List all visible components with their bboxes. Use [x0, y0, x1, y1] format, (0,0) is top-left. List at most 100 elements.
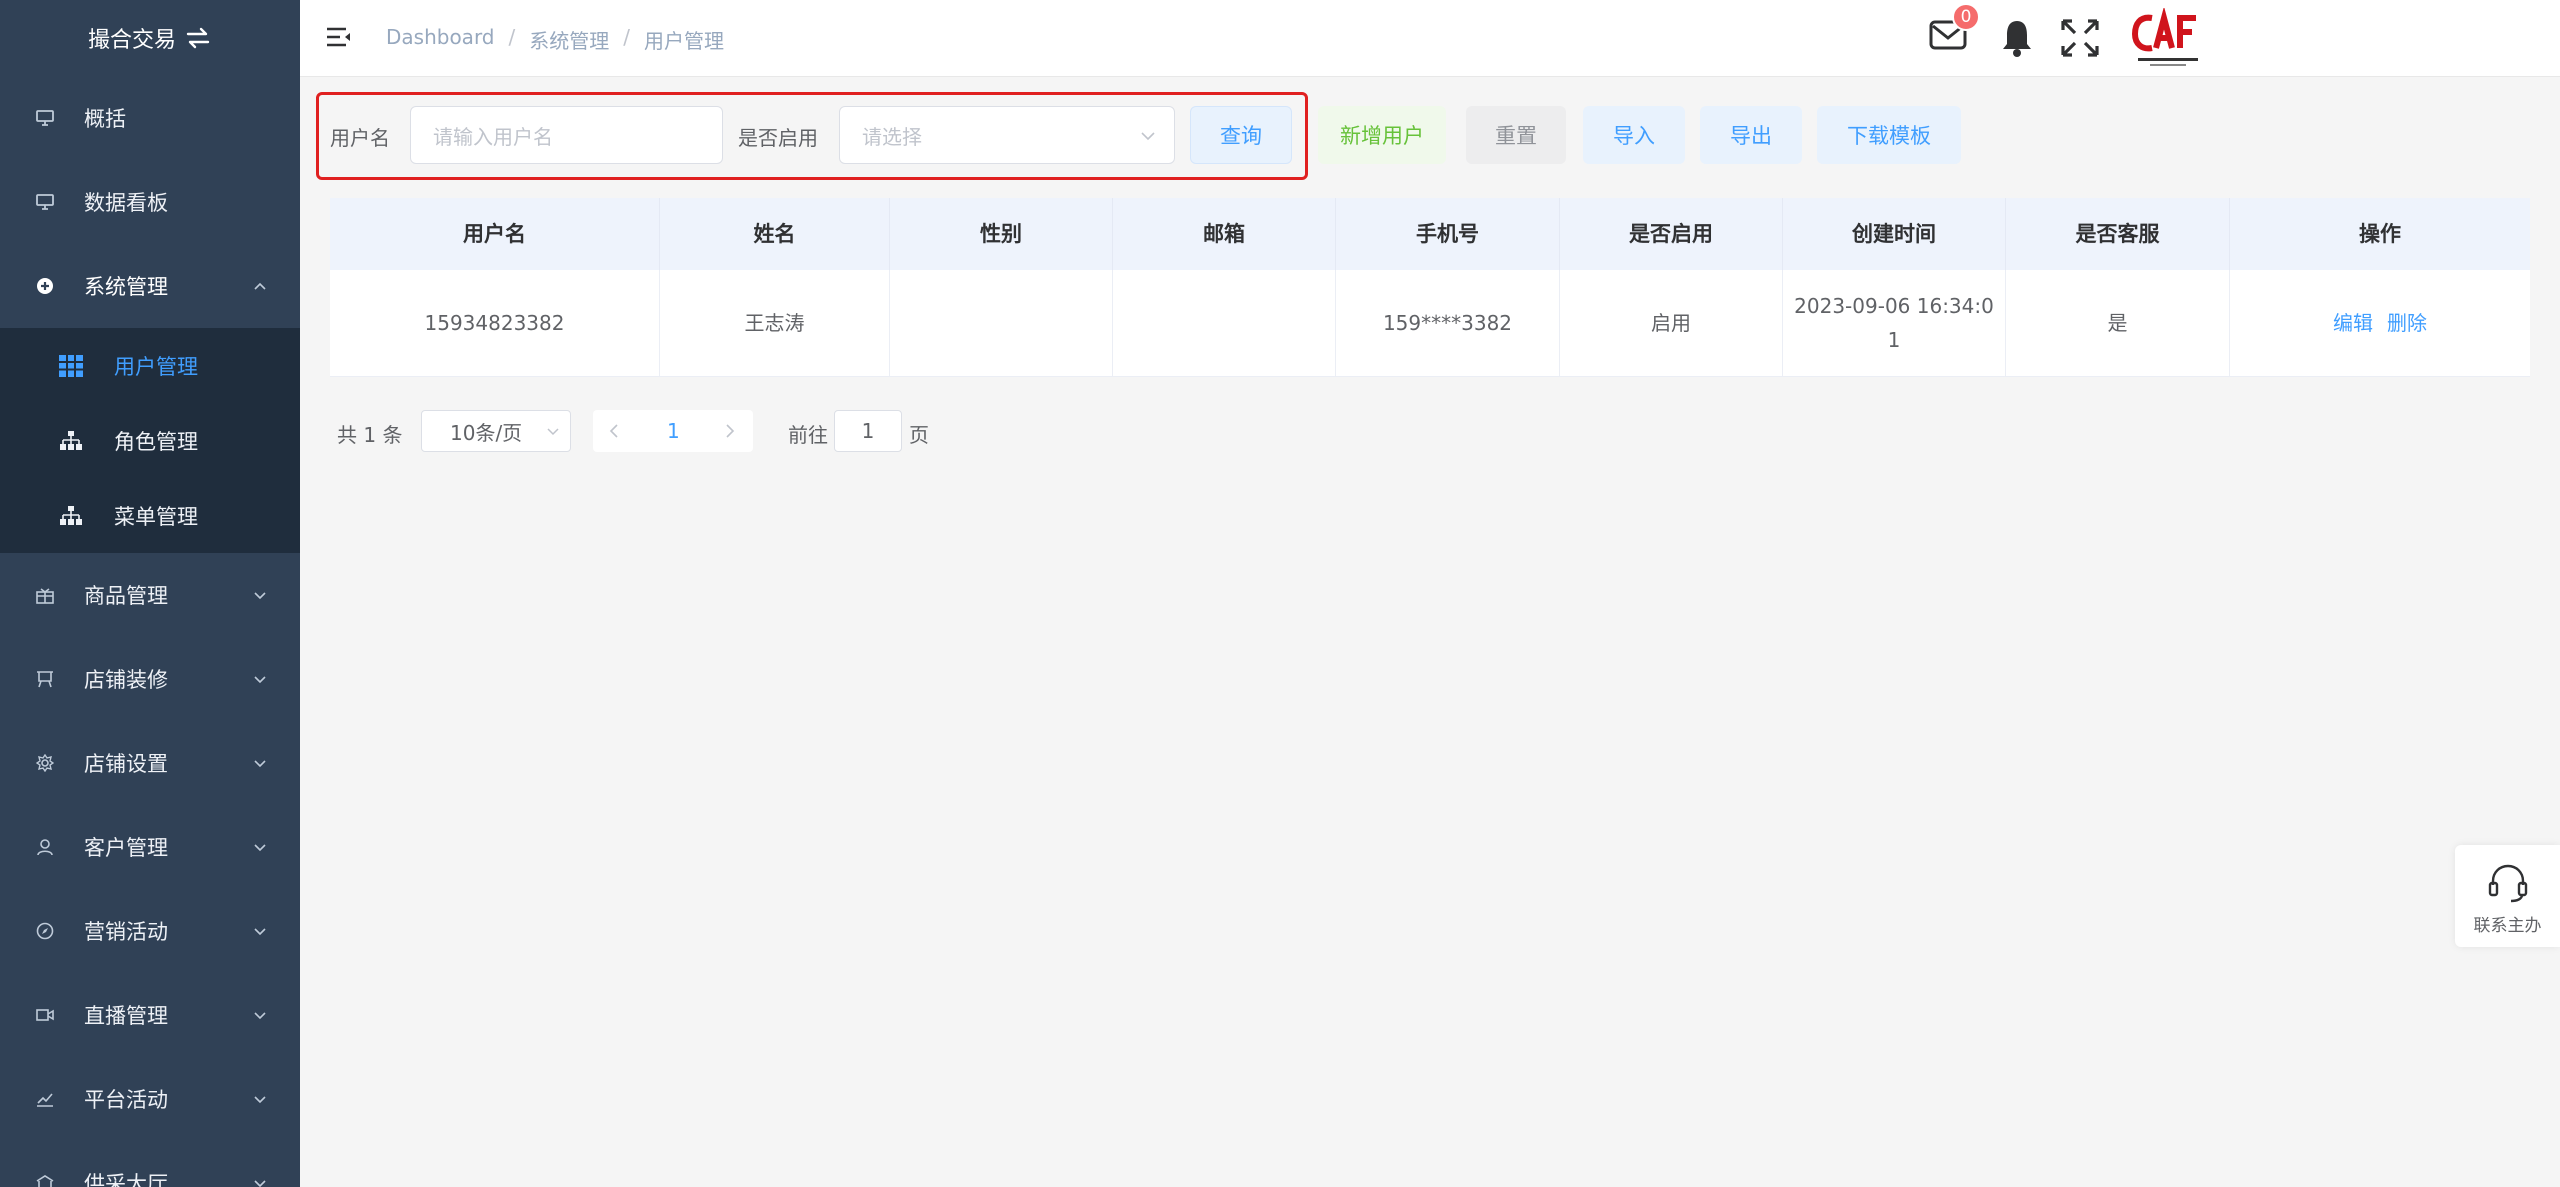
headset-icon: [2488, 864, 2528, 903]
page-size-value: 10条/页: [450, 420, 523, 445]
sidebar-item-label: 平台活动: [84, 1088, 168, 1112]
sidebar-item-label: 供采大厅: [84, 1172, 168, 1187]
breadcrumb-item-dashboard[interactable]: Dashboard: [386, 25, 495, 54]
cog-icon: [34, 752, 56, 774]
enabled-placeholder: 请选择: [862, 124, 922, 149]
sidebar-item-user-management[interactable]: 用户管理: [0, 328, 300, 403]
sidebar-item-customers[interactable]: 客户管理: [0, 805, 300, 889]
switch-icon[interactable]: [184, 26, 212, 50]
user-icon: [34, 836, 56, 858]
cell-actions: 编辑 删除: [2230, 270, 2530, 376]
goto-label: 前往: [788, 423, 828, 447]
prev-page-icon[interactable]: [607, 423, 621, 439]
current-page[interactable]: 1: [667, 419, 680, 443]
page-size-select[interactable]: 10条/页: [421, 410, 571, 452]
gift-icon: [34, 584, 56, 606]
mail-badge: 0: [1952, 3, 1980, 31]
hall-icon: [34, 1172, 56, 1187]
monitor-icon: [34, 107, 56, 129]
column-header: 邮箱: [1113, 198, 1336, 270]
pagination-total: 共 1 条: [337, 423, 403, 447]
sidebar-item-store-decoration[interactable]: 店铺装修: [0, 637, 300, 721]
page-suffix: 页: [909, 423, 929, 447]
contact-organizer-label: 联系主办: [2473, 916, 2542, 936]
column-header: 手机号: [1336, 198, 1560, 270]
cell-name: 王志涛: [660, 270, 890, 376]
sidebar-item-goods[interactable]: 商品管理: [0, 553, 300, 637]
sidebar-item-label: 营销活动: [84, 920, 168, 944]
delete-link[interactable]: 删除: [2387, 306, 2427, 340]
goto-page-input[interactable]: 1: [834, 410, 902, 452]
next-page-icon[interactable]: [723, 423, 737, 439]
created-time-line2: 1: [1887, 328, 1901, 352]
sidebar-item-overview[interactable]: 概括: [0, 76, 300, 160]
sidebar-item-label: 系统管理: [84, 275, 168, 299]
sidebar-item-procurement-hall[interactable]: 供采大厅: [0, 1141, 300, 1187]
chevron-down-icon: [254, 1096, 266, 1104]
sidebar-item-label: 直播管理: [84, 1004, 168, 1028]
export-button[interactable]: 导出: [1700, 106, 1802, 164]
import-button[interactable]: 导入: [1583, 106, 1685, 164]
sidebar-item-label: 角色管理: [114, 429, 198, 454]
sidebar-item-role-management[interactable]: 角色管理: [0, 403, 300, 478]
menu-toggle-icon[interactable]: [326, 25, 352, 49]
bell-icon[interactable]: [1999, 18, 2035, 58]
tree-icon: [58, 429, 84, 453]
chevron-down-icon: [254, 844, 266, 852]
app-brand[interactable]: 撮合交易: [0, 0, 300, 76]
cell-username: 15934823382: [330, 270, 660, 376]
add-user-button[interactable]: 新增用户: [1318, 106, 1446, 164]
table-header: 用户名 姓名 性别 邮箱 手机号 是否启用 创建时间 是否客服 操作: [330, 198, 2530, 270]
gear-icon: [34, 275, 56, 297]
download-template-button[interactable]: 下载模板: [1817, 106, 1961, 164]
column-header: 创建时间: [1783, 198, 2006, 270]
monitor-icon: [34, 191, 56, 213]
chevron-down-icon: [254, 676, 266, 684]
sidebar-item-label: 店铺设置: [84, 752, 168, 776]
column-header: 性别: [890, 198, 1113, 270]
cell-phone: 159****3382: [1336, 270, 1560, 376]
edit-link[interactable]: 编辑: [2333, 306, 2373, 340]
chevron-down-icon: [547, 428, 559, 436]
username-input[interactable]: 请输入用户名: [410, 106, 723, 164]
compass-icon: [34, 920, 56, 942]
enabled-label: 是否启用: [738, 126, 818, 150]
chevron-up-icon: [254, 282, 266, 290]
table-icon: [58, 354, 84, 378]
chevron-down-icon: [1141, 132, 1155, 141]
sidebar-item-marketing[interactable]: 营销活动: [0, 889, 300, 973]
chevron-down-icon: [254, 1012, 266, 1020]
tree-icon: [58, 504, 84, 528]
sidebar-item-live[interactable]: 直播管理: [0, 973, 300, 1057]
video-icon: [34, 1004, 56, 1026]
caf-logo: [2131, 8, 2198, 66]
sidebar-item-menu-management[interactable]: 菜单管理: [0, 478, 300, 553]
system-submenu: 用户管理 角色管理 菜单管理: [0, 328, 300, 553]
enabled-select[interactable]: 请选择: [839, 106, 1175, 164]
breadcrumb: Dashboard / 系统管理 / 用户管理: [386, 25, 724, 54]
reset-button[interactable]: 重置: [1466, 106, 1566, 164]
sidebar-item-platform-activities[interactable]: 平台活动: [0, 1057, 300, 1141]
chevron-down-icon: [254, 760, 266, 768]
breadcrumb-item-system[interactable]: 系统管理: [529, 25, 609, 54]
sidebar-item-dashboard[interactable]: 数据看板: [0, 160, 300, 244]
app-title: 撮合交易: [87, 28, 176, 53]
breadcrumb-separator: /: [623, 25, 631, 49]
sidebar-item-label: 用户管理: [114, 354, 198, 379]
goto-page-value: 1: [861, 419, 875, 443]
pager: 1: [593, 410, 753, 452]
cell-email: [1113, 270, 1336, 376]
cell-enabled: 启用: [1560, 270, 1783, 376]
sidebar-item-label: 店铺装修: [84, 668, 168, 692]
sidebar-item-store-settings[interactable]: 店铺设置: [0, 721, 300, 805]
cell-created-time: 2023-09-06 16:34:0 1: [1783, 270, 2006, 376]
contact-organizer-button[interactable]: 联系主办: [2455, 845, 2560, 947]
sidebar-item-system[interactable]: 系统管理: [0, 244, 300, 328]
column-header: 是否客服: [2006, 198, 2230, 270]
username-label: 用户名: [330, 126, 390, 150]
sidebar-item-label: 商品管理: [84, 584, 168, 608]
chart-icon: [34, 1088, 56, 1110]
query-button[interactable]: 查询: [1190, 106, 1292, 164]
fullscreen-icon[interactable]: [2060, 18, 2100, 58]
table-row[interactable]: 15934823382 王志涛 159****3382 启用 2023-09-0…: [330, 270, 2530, 377]
